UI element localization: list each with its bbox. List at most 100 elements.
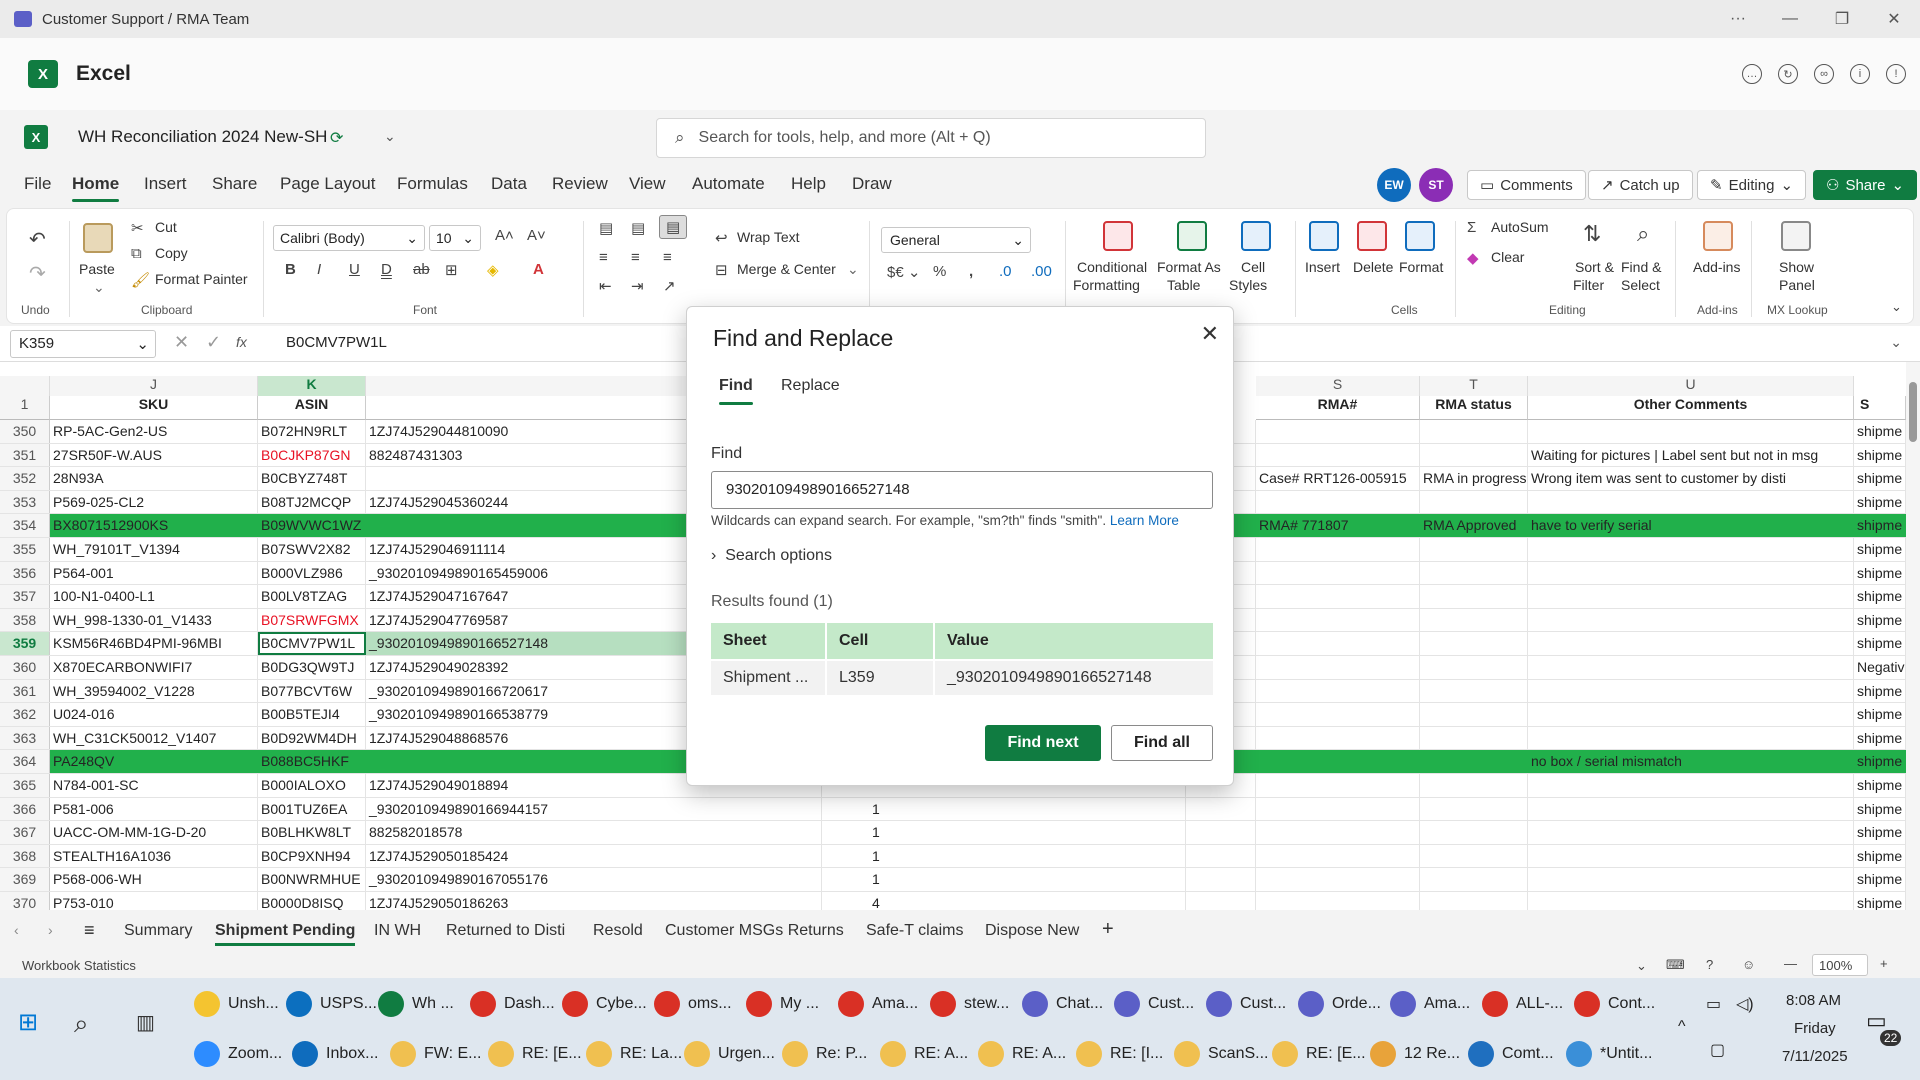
share-button[interactable]: ⚇ Share ⌄ xyxy=(1813,170,1918,200)
align-middle-icon[interactable]: ▤ xyxy=(631,219,645,237)
delete-cells-icon[interactable] xyxy=(1357,221,1387,251)
copy-button[interactable]: Copy xyxy=(155,245,188,261)
cell-other-comments[interactable]: Wrong item was sent to customer by disti xyxy=(1528,467,1854,490)
italic-icon[interactable]: I xyxy=(317,261,321,278)
cell-sku[interactable]: UACC-OM-MM-1G-D-20 xyxy=(50,821,258,844)
cell-rma-status[interactable] xyxy=(1420,585,1528,608)
cell-rma[interactable] xyxy=(1256,868,1420,891)
clear-button[interactable]: Clear xyxy=(1491,249,1524,265)
keyboard-icon[interactable]: ⌨ xyxy=(1666,957,1685,973)
windows-start-icon[interactable]: ⊞ xyxy=(18,1008,38,1037)
clock-day[interactable]: Friday xyxy=(1794,1020,1836,1037)
strikethrough-icon[interactable]: ab xyxy=(413,261,430,278)
chevron-down-icon[interactable]: ⌄ xyxy=(93,279,105,296)
taskbar-app[interactable]: My ... xyxy=(746,984,819,1024)
delete-cells-button[interactable]: Delete xyxy=(1353,259,1393,275)
tab-insert[interactable]: Insert xyxy=(144,174,187,194)
cell-quantity[interactable]: 1 xyxy=(822,868,1186,891)
tab-find[interactable]: Find xyxy=(719,377,753,405)
cell-asin[interactable]: B00LV8TZAG xyxy=(258,585,366,608)
taskbar-app[interactable]: Cust... xyxy=(1114,984,1194,1024)
table-row[interactable]: 369 P568-006-WH B00NWRMHUE _930201094989016… xyxy=(0,868,1906,892)
tab-home[interactable]: Home xyxy=(72,174,120,202)
cell-other-comments[interactable] xyxy=(1528,420,1854,443)
cell-asin[interactable]: B0CP9XNH94 xyxy=(258,844,366,868)
results-header-value[interactable]: Value xyxy=(935,623,1213,659)
insert-cells-button[interactable]: Insert xyxy=(1305,259,1340,275)
row-number[interactable]: 362 xyxy=(0,703,50,726)
cell-rma[interactable] xyxy=(1256,726,1420,750)
network-icon[interactable]: ▢ xyxy=(1710,1040,1725,1060)
row-number[interactable]: 360 xyxy=(0,656,50,679)
search-options-toggle[interactable]: › Search options xyxy=(711,547,832,565)
more-options-button[interactable]: ··· xyxy=(1712,0,1764,38)
taskbar-app[interactable]: Chat... xyxy=(1022,984,1103,1024)
cell-sku[interactable]: P569-025-CL2 xyxy=(50,490,258,514)
header-sku[interactable]: SKU xyxy=(50,396,258,420)
cell-rma[interactable] xyxy=(1256,679,1420,703)
cell-other-comments[interactable] xyxy=(1528,561,1854,585)
cell-asin[interactable]: B09WVWC1WZ xyxy=(258,514,366,537)
cell-rma-status[interactable] xyxy=(1420,679,1528,703)
increase-indent-icon[interactable]: ⇥ xyxy=(631,277,644,295)
cell-next[interactable]: shipme xyxy=(1854,608,1906,632)
font-name-select[interactable]: Calibri (Body) ⌄ xyxy=(273,225,425,251)
cell-styles-button[interactable]: Cell xyxy=(1241,259,1265,275)
select-all-corner[interactable] xyxy=(0,376,50,396)
cell-blank[interactable] xyxy=(1186,892,1256,910)
cell-sku[interactable]: WH_79101T_V1394 xyxy=(50,538,258,561)
cell-sku[interactable]: P753-010 xyxy=(50,892,258,910)
minimize-button[interactable]: — xyxy=(1764,0,1816,38)
chat-icon[interactable]: … xyxy=(1742,64,1762,84)
cell-other-comments[interactable] xyxy=(1528,726,1854,750)
info-icon[interactable]: i xyxy=(1850,64,1870,84)
sort-filter-button[interactable]: Sort & xyxy=(1575,259,1614,275)
taskbar-app[interactable]: Dash... xyxy=(470,984,555,1024)
table-row[interactable]: 370 P753-010 B0000D8ISQ 1ZJ74J529050186263 4… xyxy=(0,892,1906,910)
header-next[interactable]: S xyxy=(1854,396,1906,420)
taskbar-app[interactable]: FW: E... xyxy=(390,1034,481,1074)
cell-rma[interactable] xyxy=(1256,656,1420,679)
cell-sku[interactable]: 27SR50F-W.AUS xyxy=(50,443,258,467)
cell-sku[interactable]: BX8071512900KS xyxy=(50,514,258,537)
cell-rma-status[interactable] xyxy=(1420,538,1528,561)
taskbar-app[interactable]: 12 Re... xyxy=(1370,1034,1460,1074)
fill-color-icon[interactable]: ◈ xyxy=(487,261,499,279)
double-underline-icon[interactable]: D xyxy=(381,261,392,278)
align-top-icon[interactable]: ▤ xyxy=(599,219,613,237)
cell-other-comments[interactable] xyxy=(1528,632,1854,655)
cell-sku[interactable]: 28N93A xyxy=(50,467,258,490)
cell-asin[interactable]: B0DG3QW9TJ xyxy=(258,656,366,679)
tab-share[interactable]: Share xyxy=(212,174,257,194)
cell-rma[interactable] xyxy=(1256,821,1420,844)
ribbon-collapse-icon[interactable]: ⌄ xyxy=(1891,299,1902,315)
avatar[interactable]: ST xyxy=(1419,168,1453,202)
expand-formula-icon[interactable]: ⌄ xyxy=(1890,334,1902,351)
name-box[interactable]: K359 ⌄ xyxy=(10,330,156,358)
avatar[interactable]: EW xyxy=(1377,168,1411,202)
conditional-formatting-button[interactable]: Conditional xyxy=(1077,259,1147,275)
zoom-out-icon[interactable]: — xyxy=(1784,956,1797,971)
cell-next[interactable]: shipme xyxy=(1854,585,1906,608)
cell-rma-status[interactable] xyxy=(1420,892,1528,910)
cell-rma[interactable] xyxy=(1256,750,1420,773)
format-as-table-label[interactable]: Table xyxy=(1167,277,1200,293)
cell-rma-status[interactable] xyxy=(1420,844,1528,868)
sheet-tab[interactable]: Safe-T claims xyxy=(866,922,964,940)
tab-automate[interactable]: Automate xyxy=(692,174,765,194)
cell-sku[interactable]: P581-006 xyxy=(50,797,258,821)
battery-icon[interactable]: ▭ xyxy=(1706,994,1721,1014)
sheet-tab[interactable]: Returned to Disti xyxy=(446,922,565,940)
cell-other-comments[interactable]: have to verify serial xyxy=(1528,514,1854,537)
taskbar-app[interactable]: USPS... xyxy=(286,984,377,1024)
cell-rma-status[interactable] xyxy=(1420,656,1528,679)
tab-page-layout[interactable]: Page Layout xyxy=(280,174,375,194)
row-number[interactable]: 1 xyxy=(0,396,50,420)
cell-next[interactable]: shipme xyxy=(1854,868,1906,891)
cell-other-comments[interactable] xyxy=(1528,844,1854,868)
cell-next[interactable]: shipme xyxy=(1854,561,1906,585)
cell-other-comments[interactable] xyxy=(1528,538,1854,561)
row-number[interactable]: 359 xyxy=(0,632,50,655)
cell-rma[interactable] xyxy=(1256,844,1420,868)
cell-asin[interactable]: B088BC5HKF xyxy=(258,750,366,773)
